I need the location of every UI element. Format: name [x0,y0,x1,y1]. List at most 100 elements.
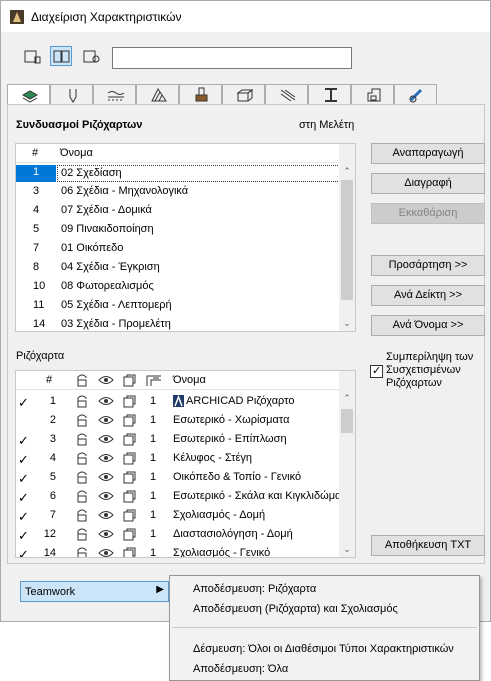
layer-row[interactable]: ✓ 6 1 Εσωτερικό - Σκάλα και Κιγκλιδώματα [16,487,341,506]
save-txt-button[interactable]: Αποθήκευση TXT [371,535,485,556]
tab-zones[interactable] [351,84,394,104]
layer-row[interactable]: ✓ 1 1 ARCHICAD Ριζόχαρτο [16,392,339,411]
combination-row[interactable]: 10 08 Φωτορεαλισμός [16,278,339,297]
intersection-group-value[interactable]: 1 [150,414,156,426]
tab-fills[interactable] [136,84,179,104]
visibility-icon[interactable] [98,528,114,544]
wireframe-icon[interactable] [122,452,136,468]
combination-row[interactable]: 4 07 Σχέδια - Δομικά [16,202,339,221]
layer-row[interactable]: ✓ 12 1 Διαστασιολόγηση - Δομή [16,525,339,544]
lock-icon[interactable] [75,433,89,449]
wireframe-icon[interactable] [122,490,136,506]
intersection-group-value[interactable]: 1 [150,509,156,521]
visibility-icon[interactable] [98,509,114,525]
wireframe-icon[interactable] [122,509,136,525]
combinations-scrollbar[interactable]: ⌃ ⌄ [339,144,355,331]
lock-icon[interactable] [75,528,89,544]
scroll-down-icon[interactable]: ⌄ [342,544,352,554]
layer-check-icon[interactable]: ✓ [18,433,29,449]
dual-list-view-button[interactable] [50,46,72,66]
combination-row[interactable]: 1 02 Σχεδίαση [16,164,340,183]
layer-row[interactable]: ✓ 4 1 Κέλυφος - Στέγη [16,449,339,468]
combination-row[interactable]: 14 03 Σχέδια - Προμελέτη [16,316,339,331]
layer-row[interactable]: ✓ 7 1 Σχολιασμός - Δομή [16,506,339,525]
detail-view-button[interactable] [80,46,102,66]
lock-icon[interactable] [75,490,89,506]
purge-button[interactable]: Εκκαθάριση [371,203,485,224]
scroll-thumb[interactable] [341,180,353,300]
layer-row[interactable]: ✓ 14 1 Σχολιασμός - Γενικό [16,544,339,557]
layer-check-icon[interactable]: ✓ [18,452,29,468]
visibility-icon[interactable] [98,471,114,487]
wireframe-header-icon[interactable] [122,374,136,387]
layers-header-num[interactable]: # [46,374,52,386]
menu-item-release-all[interactable]: Αποδέσμευση: Όλα [193,663,288,675]
combination-row[interactable]: 8 04 Σχέδια - Έγκριση [16,259,339,278]
layer-check-icon[interactable]: ✓ [18,395,29,411]
intersection-group-value[interactable]: 1 [150,395,156,407]
layer-check-icon[interactable]: ✓ [18,471,29,487]
tab-pens[interactable] [50,84,93,104]
include-related-checkbox[interactable] [370,364,383,378]
tab-layers[interactable] [7,84,50,105]
menu-item-reserve-all-types[interactable]: Δέσμευση: Όλοι οι Διαθέσιμοι Τύποι Χαρακ… [193,643,454,655]
layer-check-icon[interactable]: ✓ [18,509,29,525]
tab-renovation[interactable] [394,84,437,104]
combination-row[interactable]: 5 09 Πινακιδοποίηση [16,221,339,240]
scroll-up-icon[interactable]: ⌃ [342,166,352,176]
lock-icon[interactable] [75,471,89,487]
tab-building-materials[interactable] [222,84,265,104]
lock-icon[interactable] [75,509,89,525]
intersection-group-value[interactable]: 1 [150,471,156,483]
wireframe-icon[interactable] [122,414,136,430]
wireframe-icon[interactable] [122,395,136,411]
teamwork-button[interactable]: Teamwork ▶ [20,581,169,602]
scroll-thumb[interactable] [341,409,353,433]
lock-icon[interactable] [75,452,89,468]
combinations-header-name[interactable]: Όνομα [60,147,93,159]
layer-check-icon[interactable]: ✓ [18,490,29,506]
wireframe-icon[interactable] [122,433,136,449]
menu-item-release-layers-markup[interactable]: Αποδέσμευση (Ριζόχαρτα) και Σχολιασμός [193,603,398,615]
intersection-group-header-icon[interactable] [146,374,162,387]
intersection-group-value[interactable]: 1 [150,547,156,557]
visibility-icon[interactable] [98,452,114,468]
layer-check-icon[interactable]: ✓ [18,528,29,544]
include-related-label[interactable]: Συμπερίληψη των Συσχετισμένων Ριζόχαρτων [386,351,486,390]
delete-button[interactable]: Διαγραφή [371,173,485,194]
intersection-group-value[interactable]: 1 [150,490,156,502]
scroll-up-icon[interactable]: ⌃ [342,393,352,403]
layer-row[interactable]: ✓ 3 1 Εσωτερικό - Επίπλωση [16,430,339,449]
combinations-header-num[interactable]: # [32,147,38,159]
tab-surfaces[interactable] [179,84,222,104]
combination-row[interactable]: 7 01 Οικόπεδο [16,240,339,259]
wireframe-icon[interactable] [122,547,136,557]
intersection-group-value[interactable]: 1 [150,452,156,464]
tab-composites[interactable] [265,84,308,104]
scroll-down-icon[interactable]: ⌄ [342,318,352,328]
intersection-group-value[interactable]: 1 [150,528,156,540]
layers-scrollbar[interactable]: ⌃ ⌄ [339,371,355,557]
visibility-icon[interactable] [98,395,114,411]
wireframe-icon[interactable] [122,528,136,544]
visibility-icon[interactable] [98,547,114,557]
layer-row[interactable]: ✓ 5 1 Οικόπεδο & Τοπίο - Γενικό [16,468,339,487]
lock-icon[interactable] [75,414,89,430]
visibility-icon[interactable] [98,414,114,430]
tab-profiles[interactable] [308,84,351,104]
visibility-icon[interactable] [98,433,114,449]
combination-row[interactable]: 11 05 Σχέδια - Λεπτομερή [16,297,339,316]
combination-row[interactable]: 3 06 Σχέδια - Μηχανολογικά [16,183,339,202]
by-name-button[interactable]: Ανά Όνομα >> [371,315,485,336]
single-list-view-button[interactable] [21,46,43,66]
by-index-button[interactable]: Ανά Δείκτη >> [371,285,485,306]
import-button[interactable]: Αναπαραγωγή [371,143,485,164]
layer-row[interactable]: 2 1 Εσωτερικό - Χωρίσματα [16,411,339,430]
visibility-header-icon[interactable] [98,374,114,387]
intersection-group-value[interactable]: 1 [150,433,156,445]
lock-header-icon[interactable] [75,374,89,387]
layers-header-name[interactable]: Όνομα [173,374,206,386]
visibility-icon[interactable] [98,490,114,506]
lock-icon[interactable] [75,547,89,557]
search-input[interactable] [112,47,352,69]
